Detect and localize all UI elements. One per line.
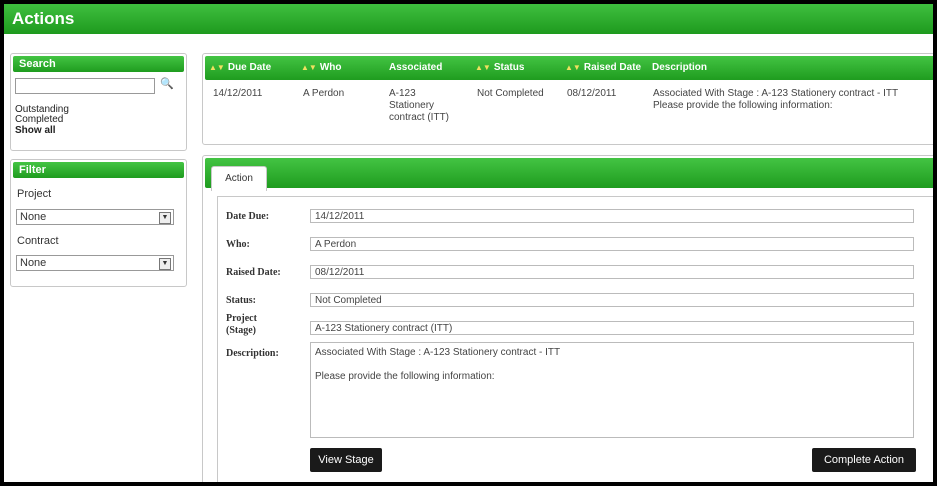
sort-icon: ▲▼ bbox=[565, 63, 581, 72]
search-input[interactable] bbox=[15, 78, 155, 94]
magnifier-icon[interactable]: 🔍 bbox=[160, 77, 174, 90]
raised-date-field[interactable]: 08/12/2011 bbox=[310, 265, 914, 279]
cell-associated-line: Stationery bbox=[389, 100, 435, 111]
cell-description: Associated With Stage : A-123 Stationery… bbox=[653, 88, 898, 112]
description-label: Description: bbox=[226, 348, 279, 359]
page-title: Actions bbox=[4, 4, 933, 34]
tab-action[interactable]: Action bbox=[211, 166, 267, 191]
who-field[interactable]: A Perdon bbox=[310, 237, 914, 251]
cell-due-date: 14/12/2011 bbox=[213, 88, 263, 99]
cell-who: A Perdon bbox=[303, 88, 345, 99]
raised-date-label: Raised Date: bbox=[226, 267, 281, 278]
actions-grid: ▲▼ Due Date ▲▼ Who Associated ▲▼ Status ▲▼ R… bbox=[202, 53, 933, 145]
col-due-date-label: Due Date bbox=[227, 62, 272, 73]
cell-associated-line: contract (ITT) bbox=[389, 112, 450, 123]
description-line: Associated With Stage : A-123 Stationery… bbox=[315, 347, 561, 358]
search-panel: Search 🔍 Outstanding Completed Show all bbox=[10, 53, 187, 151]
show-all-link[interactable]: Show all bbox=[15, 126, 56, 136]
status-field[interactable]: Not Completed bbox=[310, 293, 914, 307]
project-select-value: None bbox=[20, 211, 47, 223]
cell-description-line: Please provide the following information… bbox=[653, 100, 833, 111]
cell-description-line: Associated With Stage : A-123 Stationery… bbox=[653, 88, 899, 99]
sort-icon: ▲▼ bbox=[301, 63, 317, 72]
chevron-down-icon[interactable]: ▼ bbox=[159, 258, 171, 270]
cell-associated: A-123 Stationery contract (ITT) bbox=[389, 88, 449, 124]
description-field[interactable]: Associated With Stage : A-123 Stationery… bbox=[310, 342, 914, 438]
project-stage-label-line: (Stage) bbox=[226, 325, 256, 336]
col-raised-date[interactable]: ▲▼ Raised Date bbox=[565, 56, 641, 80]
cell-status: Not Completed bbox=[477, 88, 544, 99]
cell-raised-date: 08/12/2011 bbox=[567, 88, 617, 99]
col-who-label: Who bbox=[319, 62, 342, 73]
project-label: Project bbox=[17, 188, 52, 200]
date-due-field[interactable]: 14/12/2011 bbox=[310, 209, 914, 223]
col-description-label: Description bbox=[652, 62, 708, 73]
contract-select[interactable]: None ▼ bbox=[16, 255, 174, 271]
contract-label: Contract bbox=[17, 235, 59, 247]
action-form: Date Due: 14/12/2011 Who: A Perdon Raise… bbox=[217, 196, 933, 482]
app-window: Actions Search 🔍 Outstanding Completed S… bbox=[4, 4, 933, 482]
grid-header: ▲▼ Due Date ▲▼ Who Associated ▲▼ Status ▲▼ R… bbox=[205, 56, 933, 80]
col-associated-label: Associated bbox=[389, 62, 443, 73]
col-status-label: Status bbox=[493, 62, 525, 73]
col-raised-date-label: Raised Date bbox=[583, 62, 642, 73]
col-associated[interactable]: Associated bbox=[389, 56, 442, 80]
project-stage-field[interactable]: A-123 Stationery contract (ITT) bbox=[310, 321, 914, 335]
cell-associated-line: A-123 bbox=[389, 88, 416, 99]
filter-panel: Filter Project None ▼ Contract None ▼ bbox=[10, 159, 187, 287]
project-select[interactable]: None ▼ bbox=[16, 209, 174, 225]
chevron-down-icon[interactable]: ▼ bbox=[159, 212, 171, 224]
sort-icon: ▲▼ bbox=[475, 63, 491, 72]
filter-header: Filter bbox=[13, 162, 184, 178]
col-who[interactable]: ▲▼ Who bbox=[301, 56, 342, 80]
col-status[interactable]: ▲▼ Status bbox=[475, 56, 524, 80]
contract-select-value: None bbox=[20, 257, 47, 269]
action-detail-panel: Action Date Due: 14/12/2011 Who: A Perdo… bbox=[202, 155, 933, 482]
date-due-label: Date Due: bbox=[226, 211, 270, 222]
complete-action-button[interactable]: Complete Action bbox=[812, 448, 916, 472]
view-stage-button[interactable]: View Stage bbox=[310, 448, 382, 472]
col-description[interactable]: Description bbox=[652, 56, 707, 80]
col-due-date[interactable]: ▲▼ Due Date bbox=[209, 56, 271, 80]
status-label: Status: bbox=[226, 295, 257, 306]
completed-link[interactable]: Completed bbox=[15, 115, 63, 125]
who-label: Who: bbox=[226, 239, 250, 250]
description-line: Please provide the following information… bbox=[315, 371, 495, 382]
search-header: Search bbox=[13, 56, 184, 72]
project-stage-label-line: Project bbox=[226, 313, 257, 324]
project-stage-label: Project (Stage) bbox=[226, 313, 257, 337]
tab-bar: Action bbox=[205, 158, 933, 191]
sort-icon: ▲▼ bbox=[209, 63, 225, 72]
